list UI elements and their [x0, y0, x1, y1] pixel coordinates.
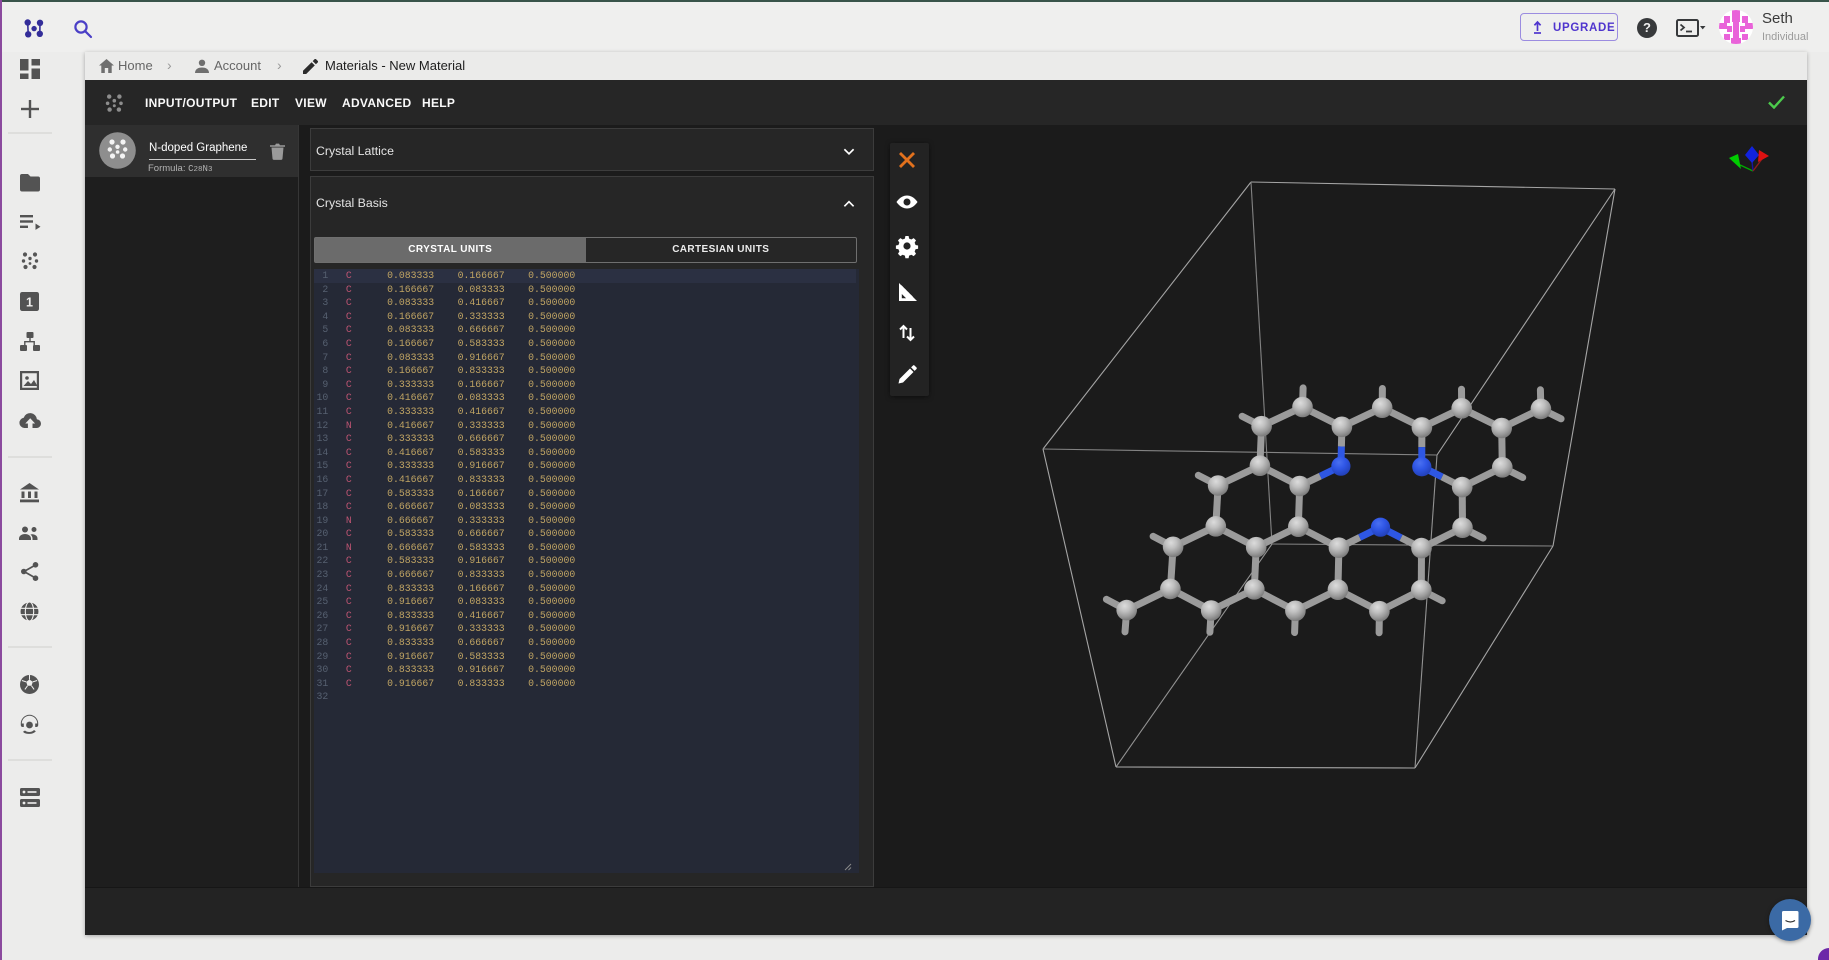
svg-text:1: 1 [26, 296, 33, 310]
